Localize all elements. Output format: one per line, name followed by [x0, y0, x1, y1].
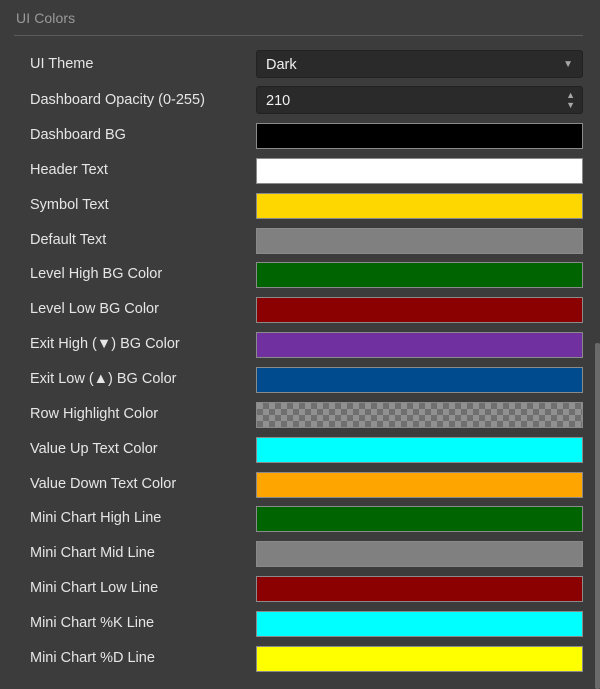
color-swatch[interactable] [256, 158, 583, 184]
spin-up-icon[interactable]: ▲ [566, 91, 575, 100]
color-row-label: Value Up Text Color [30, 441, 158, 457]
ui-theme-value: Dark [266, 57, 297, 73]
color-swatch[interactable] [256, 437, 583, 463]
color-row-label: Level High BG Color [30, 266, 163, 282]
color-row: Level Low BG Color [0, 295, 590, 325]
dashboard-opacity-value: 210 [266, 93, 291, 109]
color-swatch[interactable] [256, 472, 583, 498]
color-swatch[interactable] [256, 367, 583, 393]
color-swatch[interactable] [256, 402, 583, 428]
color-row-label: Mini Chart Mid Line [30, 545, 155, 561]
ui-theme-row: UI Theme Dark ▼ [0, 50, 590, 80]
color-row-label: Mini Chart High Line [30, 510, 162, 526]
ui-colors-panel: UI Colors UI Theme Dark ▼ Dashboard Opac… [0, 0, 600, 689]
color-swatch[interactable] [256, 193, 583, 219]
color-swatch[interactable] [256, 611, 583, 637]
color-swatch[interactable] [256, 506, 583, 532]
color-row: Dashboard BG [0, 121, 590, 151]
spin-down-icon[interactable]: ▼ [566, 101, 575, 110]
ui-theme-label: UI Theme [30, 56, 94, 72]
color-swatch[interactable] [256, 332, 583, 358]
color-swatch[interactable] [256, 123, 583, 149]
color-row: Exit High (▼) BG Color [0, 330, 590, 360]
color-row: Mini Chart %K Line [0, 609, 590, 639]
color-row-label: Exit Low (▲) BG Color [30, 371, 177, 387]
color-row: Default Text [0, 226, 590, 256]
color-swatch[interactable] [256, 228, 583, 254]
color-row: Mini Chart Mid Line [0, 539, 590, 569]
color-swatch[interactable] [256, 297, 583, 323]
dashboard-opacity-input[interactable]: 210 ▲ ▼ [256, 86, 583, 114]
color-row-label: Symbol Text [30, 197, 109, 213]
color-row-label: Level Low BG Color [30, 301, 159, 317]
color-swatch[interactable] [256, 541, 583, 567]
color-row: Mini Chart High Line [0, 504, 590, 534]
color-row: Symbol Text [0, 191, 590, 221]
color-row: Value Up Text Color [0, 435, 590, 465]
color-row-label: Mini Chart %K Line [30, 615, 155, 631]
color-row: Row Highlight Color [0, 400, 590, 430]
color-swatch[interactable] [256, 262, 583, 288]
color-row-label: Mini Chart %D Line [30, 650, 155, 666]
color-row: Value Down Text Color [0, 470, 590, 500]
dashboard-opacity-label: Dashboard Opacity (0-255) [30, 92, 205, 108]
color-row: Level High BG Color [0, 260, 590, 290]
color-swatch[interactable] [256, 646, 583, 672]
color-row-label: Dashboard BG [30, 127, 126, 143]
color-row-label: Value Down Text Color [30, 476, 177, 492]
dashboard-opacity-row: Dashboard Opacity (0-255) 210 ▲ ▼ [0, 86, 590, 116]
color-row-label: Row Highlight Color [30, 406, 159, 422]
dropdown-arrow-icon: ▼ [563, 59, 573, 70]
color-row: Mini Chart %D Line [0, 644, 590, 674]
color-row-label: Default Text [30, 232, 107, 248]
color-row: Header Text [0, 156, 590, 186]
color-row-label: Mini Chart Low Line [30, 580, 159, 596]
section-divider [14, 35, 583, 36]
color-row-label: Exit High (▼) BG Color [30, 336, 180, 352]
section-title: UI Colors [16, 10, 76, 26]
color-row: Mini Chart Low Line [0, 574, 590, 604]
scrollbar-thumb[interactable] [595, 343, 600, 689]
color-row: Exit Low (▲) BG Color [0, 365, 590, 395]
ui-theme-select[interactable]: Dark ▼ [256, 50, 583, 78]
color-swatch[interactable] [256, 576, 583, 602]
color-row-label: Header Text [30, 162, 108, 178]
